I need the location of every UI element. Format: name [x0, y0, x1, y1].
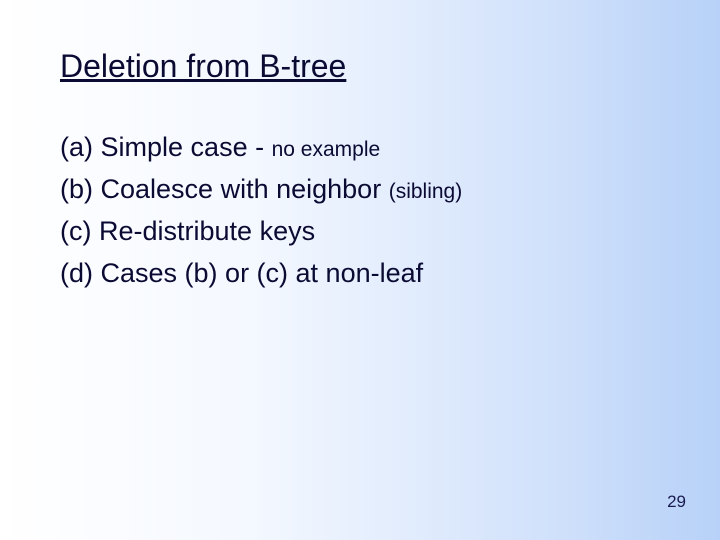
slide: Deletion from B-tree (a) Simple case - n… — [0, 0, 720, 540]
item-suffix: no example — [272, 138, 381, 161]
item-text: Cases (b) or (c) at non-leaf — [101, 258, 424, 288]
item-label: (b) — [60, 174, 93, 204]
list-item: (d) Cases (b) or (c) at non-leaf — [60, 253, 660, 295]
item-text: Coalesce with neighbor — [101, 174, 382, 204]
item-label: (d) — [60, 258, 93, 288]
item-text: Simple case - — [101, 132, 265, 162]
item-label: (a) — [60, 132, 93, 162]
item-label: (c) — [60, 216, 91, 246]
page-number: 29 — [667, 492, 686, 512]
list-item: (a) Simple case - no example — [60, 127, 660, 169]
item-suffix: (sibling) — [389, 180, 463, 203]
item-text: Re-distribute keys — [99, 216, 315, 246]
bullet-list: (a) Simple case - no example (b) Coalesc… — [60, 127, 660, 294]
list-item: (c) Re-distribute keys — [60, 211, 660, 253]
list-item: (b) Coalesce with neighbor (sibling) — [60, 169, 660, 211]
slide-title: Deletion from B-tree — [60, 48, 660, 85]
